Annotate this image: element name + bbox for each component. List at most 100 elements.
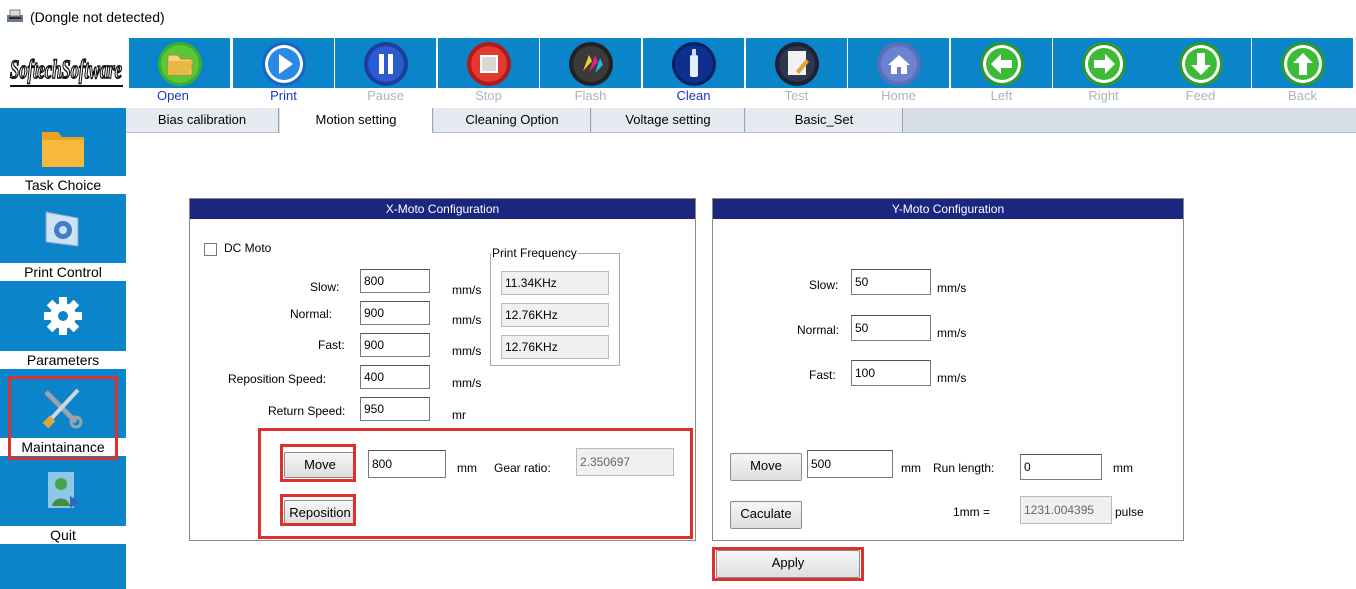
tab-basic-set[interactable]: Basic_Set [746, 108, 903, 132]
y-moto-header: Y-Moto Configuration [713, 199, 1183, 219]
open-label: Open [129, 88, 230, 104]
clean-label: Clean [643, 88, 744, 104]
reposition-speed-label: Reposition Speed: [228, 372, 327, 386]
nav-label-print-control: Print Control [0, 263, 126, 281]
right-button[interactable]: Right [1053, 38, 1154, 104]
tab-bar: Bias calibration Motion setting Cleaning… [126, 108, 1356, 133]
arrow-right-icon [1082, 42, 1126, 86]
bottle-icon [672, 42, 716, 86]
folder-open-icon [158, 42, 202, 86]
print-frequency-normal [501, 303, 609, 327]
y-fast-label: Fast: [809, 368, 836, 382]
nav-item-parameters[interactable]: Parameters [0, 286, 126, 374]
pause-button[interactable]: Pause [335, 38, 436, 104]
quit-icon [48, 472, 80, 508]
highlight-box-maintainance [8, 376, 118, 460]
stop-label: Stop [438, 88, 539, 104]
highlight-box-reposition-button [280, 494, 356, 526]
tab-cleaning-option[interactable]: Cleaning Option [434, 108, 591, 132]
reposition-speed-input[interactable] [360, 365, 430, 389]
tab-bias-calibration[interactable]: Bias calibration [126, 108, 279, 132]
y-move-distance-input[interactable] [807, 450, 893, 478]
pause-label: Pause [335, 88, 436, 104]
gear-icon [44, 297, 82, 335]
test-page-icon [775, 42, 819, 86]
print-button[interactable]: Print [233, 38, 334, 104]
right-label: Right [1053, 88, 1154, 104]
print-frequency-legend: Print Frequency [492, 246, 577, 260]
svg-text:SoftechSoftware: SoftechSoftware [10, 55, 122, 84]
pause-icon [364, 42, 408, 86]
x-slow-unit: mm/s [452, 283, 482, 297]
highlight-box-apply-button [712, 547, 864, 581]
x-slow-input[interactable] [360, 269, 430, 293]
left-button[interactable]: Left [951, 38, 1052, 104]
y-normal-unit: mm/s [937, 326, 967, 340]
pulse-per-mm-value [1020, 496, 1112, 524]
tab-motion-setting[interactable]: Motion setting [280, 108, 433, 133]
nav-item-maintainance[interactable]: Maintainance [0, 374, 126, 462]
x-normal-label: Normal: [290, 307, 333, 321]
print-label: Print [233, 88, 334, 104]
left-label: Left [951, 88, 1052, 104]
nav-item-task-choice[interactable]: Task Choice [0, 108, 126, 198]
x-fast-input[interactable] [360, 333, 430, 357]
test-button[interactable]: Test [746, 38, 847, 104]
stop-button[interactable]: Stop [438, 38, 539, 104]
feed-button[interactable]: Feed [1150, 38, 1251, 104]
left-nav: Task Choice Print Control Parameters Mai… [0, 108, 126, 589]
clean-button[interactable]: Clean [643, 38, 744, 104]
x-normal-unit: mm/s [452, 313, 482, 327]
print-control-icon [45, 211, 79, 247]
app-icon [7, 9, 23, 22]
home-icon [877, 42, 921, 86]
return-speed-label: Return Speed: [268, 404, 346, 418]
home-button[interactable]: Home [848, 38, 949, 104]
x-normal-input[interactable] [360, 301, 430, 325]
y-slow-unit: mm/s [937, 281, 967, 295]
x-fast-label: Fast: [318, 338, 345, 352]
dc-moto-label: DC Moto [224, 241, 272, 255]
dc-moto-checkbox[interactable] [204, 243, 217, 256]
y-move-button[interactable]: Move [730, 453, 802, 481]
back-button[interactable]: Back [1252, 38, 1353, 104]
run-length-unit: mm [1113, 461, 1133, 475]
back-label: Back [1252, 88, 1353, 104]
window-title: (Dongle not detected) [30, 9, 165, 25]
mm-equals-label: 1mm = [953, 505, 991, 519]
calculate-button[interactable]: Caculate [730, 501, 802, 529]
y-moto-panel: Y-Moto Configuration Slow: mm/s Normal: … [712, 198, 1184, 541]
nav-label-parameters: Parameters [0, 351, 126, 369]
run-length-input[interactable] [1020, 454, 1102, 480]
company-logo: SoftechSoftware [8, 40, 125, 95]
tab-voltage-setting[interactable]: Voltage setting [592, 108, 745, 132]
open-button[interactable]: Open [129, 38, 230, 104]
y-fast-unit: mm/s [937, 371, 967, 385]
y-normal-input[interactable] [851, 315, 931, 341]
nav-item-quit[interactable]: Quit [0, 462, 126, 550]
x-fast-unit: mm/s [452, 344, 482, 358]
nav-label-task-choice: Task Choice [0, 176, 126, 194]
flash-label: Flash [540, 88, 641, 104]
y-slow-label: Slow: [809, 278, 839, 292]
test-label: Test [746, 88, 847, 104]
print-frequency-slow [501, 271, 609, 295]
nav-label-quit: Quit [0, 526, 126, 544]
nav-item-print-control[interactable]: Print Control [0, 198, 126, 286]
highlight-box-move-button [280, 444, 356, 482]
flash-button[interactable]: Flash [540, 38, 641, 104]
y-fast-input[interactable] [851, 360, 931, 386]
return-speed-input[interactable] [360, 397, 430, 421]
y-slow-input[interactable] [851, 269, 931, 295]
arrow-down-icon [1179, 42, 1223, 86]
pulse-unit: pulse [1115, 505, 1144, 519]
return-speed-unit: mr [452, 408, 466, 422]
x-slow-label: Slow: [310, 280, 340, 294]
arrow-left-icon [980, 42, 1024, 86]
stop-icon [467, 42, 511, 86]
title-bar: (Dongle not detected) [0, 0, 1356, 36]
print-frequency-fast [501, 335, 609, 359]
reposition-speed-unit: mm/s [452, 376, 482, 390]
feed-label: Feed [1150, 88, 1251, 104]
home-label: Home [848, 88, 949, 104]
